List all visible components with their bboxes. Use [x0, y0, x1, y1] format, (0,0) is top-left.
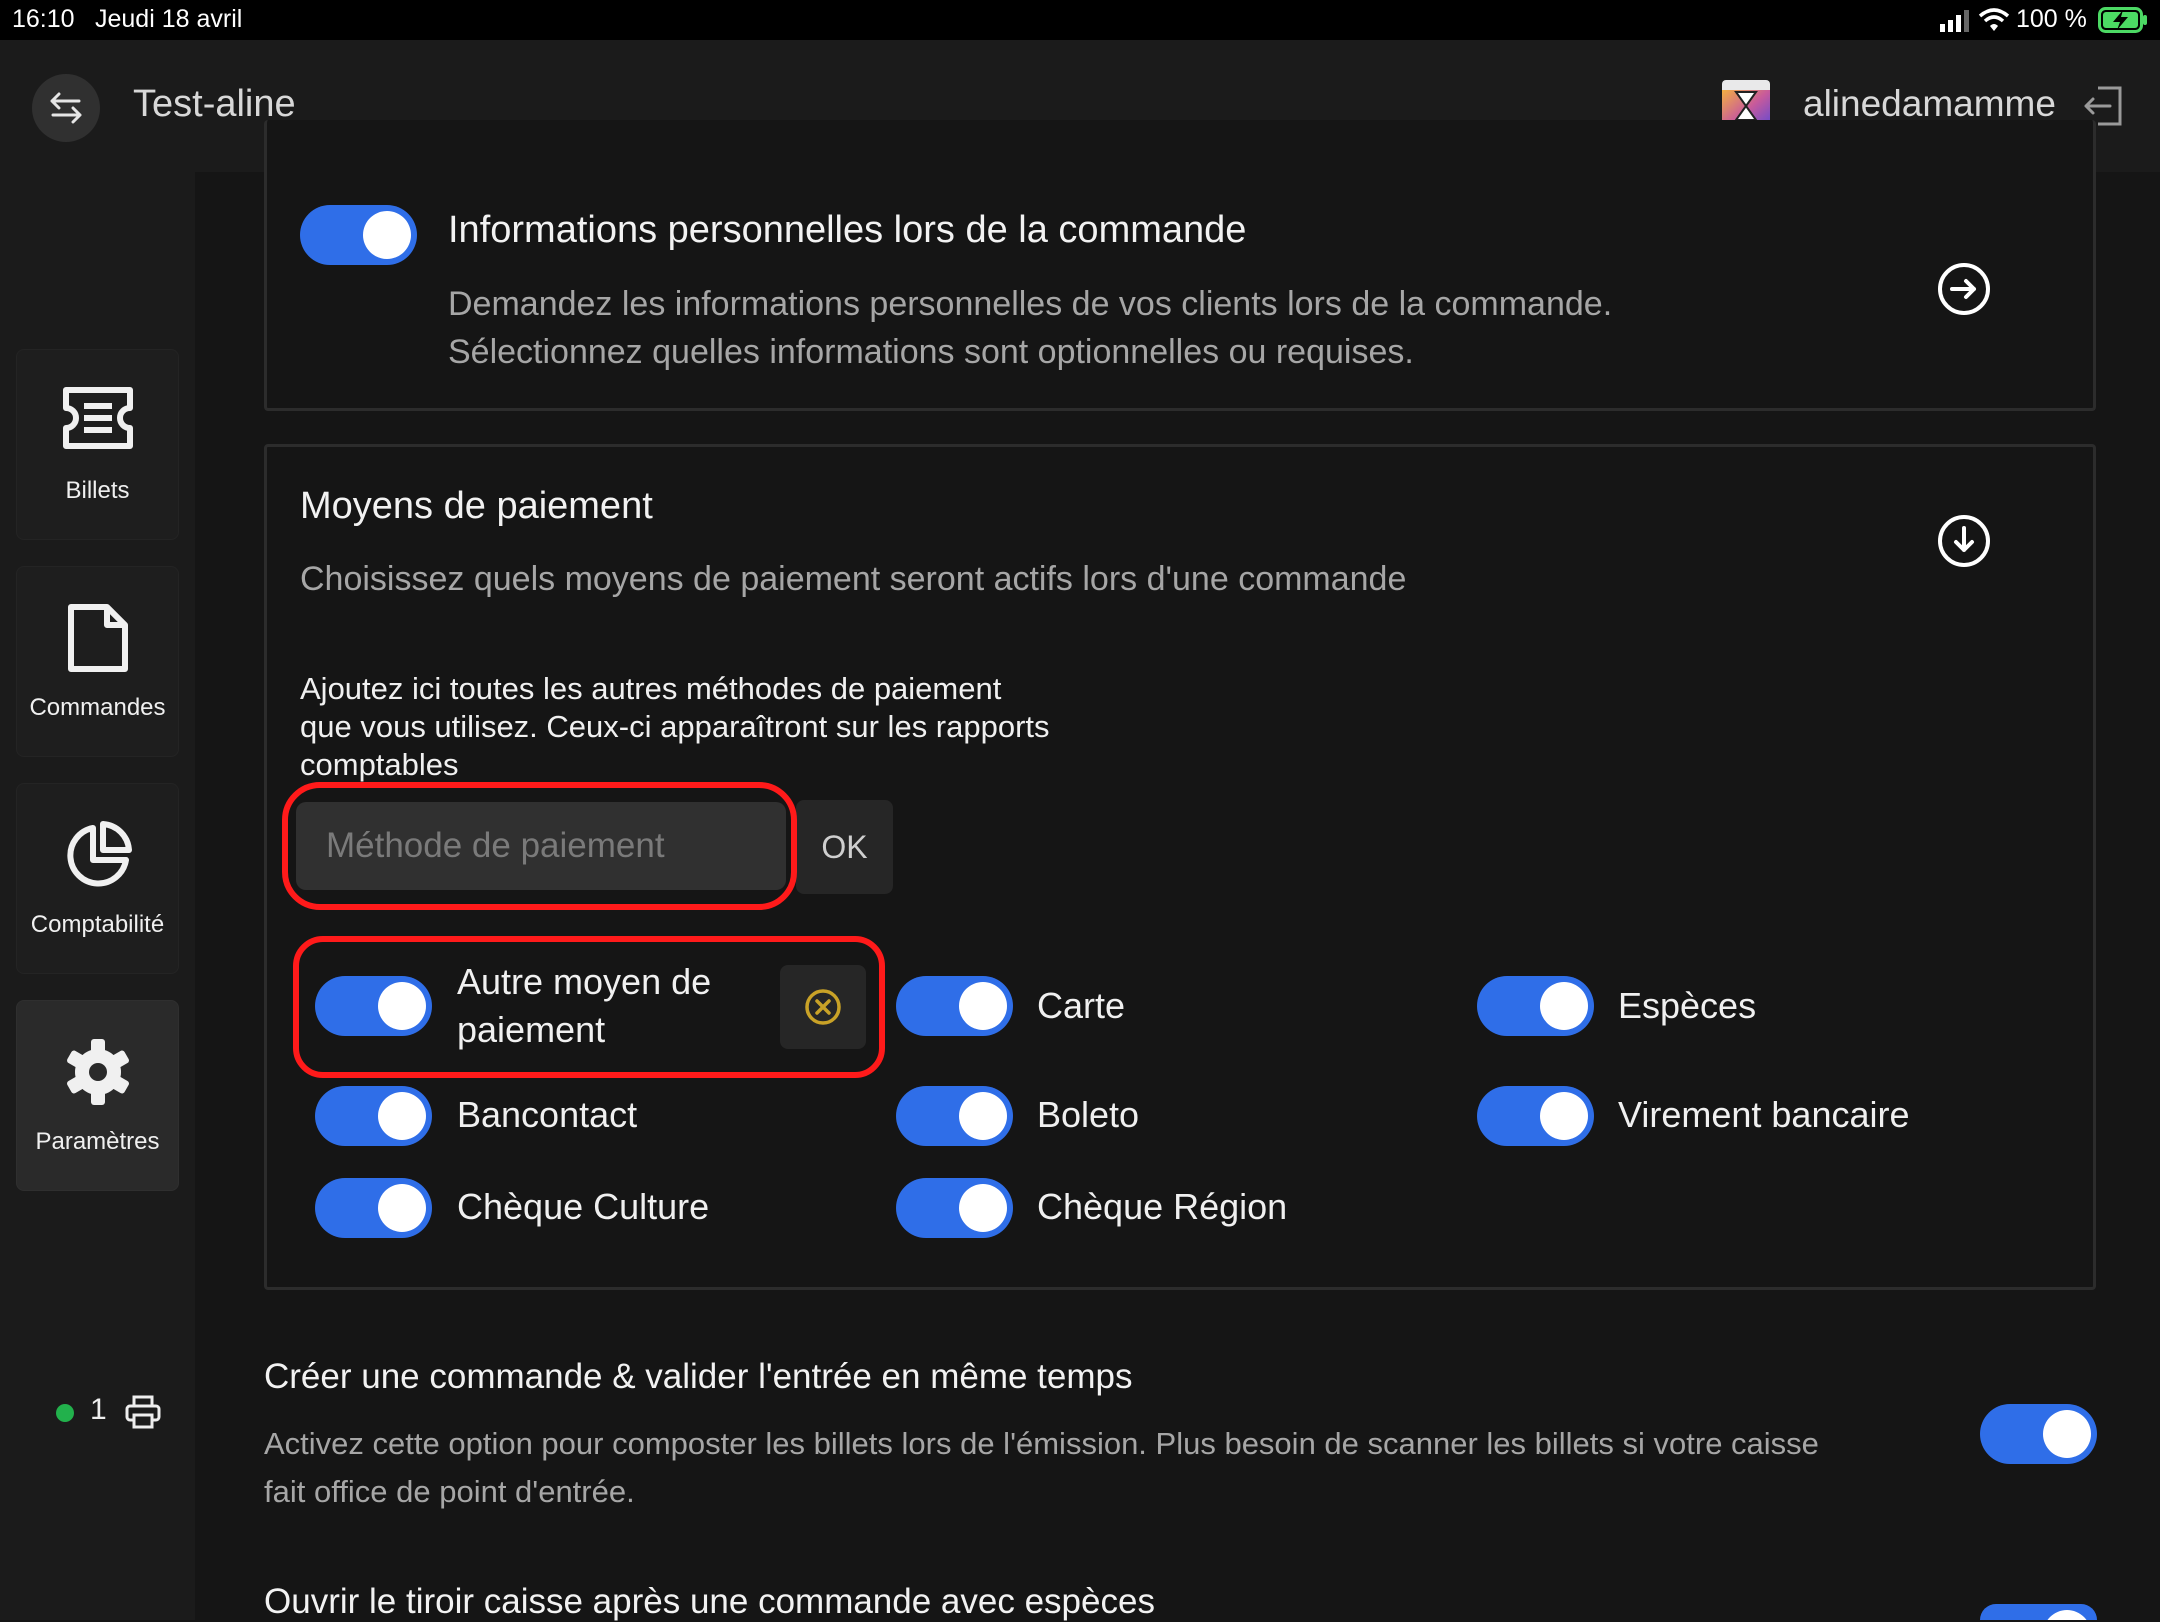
- highlight-annotation: [282, 782, 797, 910]
- cash-drawer-toggle[interactable]: [1980, 1604, 2097, 1620]
- payment-help-line: que vous utilisez. Ceux-ci apparaîtront …: [300, 709, 1050, 744]
- personal-info-toggle[interactable]: [300, 205, 417, 265]
- personal-info-open-button[interactable]: [1937, 262, 1991, 316]
- payment-method-toggle-virement[interactable]: [1477, 1086, 1594, 1146]
- arrow-right-circle-icon: [1938, 263, 1990, 315]
- wifi-icon: [1978, 8, 2010, 32]
- auto-validate-toggle[interactable]: [1980, 1404, 2097, 1464]
- payment-method-label-bancontact: Bancontact: [457, 1094, 638, 1135]
- battery-charging-icon: [2098, 7, 2148, 33]
- personal-info-title: Informations personnelles lors de la com…: [448, 209, 1247, 251]
- payment-method-label-especes: Espèces: [1618, 985, 1757, 1026]
- sidebar-item-label: Paramètres: [35, 1128, 160, 1155]
- auto-validate-desc-line: fait office de point d'entrée.: [264, 1474, 635, 1509]
- payment-method-label-cheque-region: Chèque Région: [1037, 1186, 1288, 1227]
- payment-method-toggle-carte[interactable]: [896, 976, 1013, 1036]
- auto-validate-desc-line: Activez cette option pour composter les …: [264, 1426, 1819, 1461]
- battery-percent: 100 %: [2016, 5, 2087, 33]
- printer-icon: [125, 1395, 161, 1429]
- switch-event-button[interactable]: [32, 74, 100, 142]
- gear-icon: [66, 1039, 129, 1105]
- payment-method-toggle-bancontact[interactable]: [315, 1086, 432, 1146]
- cellular-signal-icon: [1940, 10, 1970, 32]
- sidebar-item-label: Comptabilité: [30, 911, 165, 938]
- printer-button[interactable]: [125, 1394, 161, 1430]
- payment-method-label-carte: Carte: [1037, 985, 1126, 1026]
- personal-info-description: Demandez les informations personnelles d…: [448, 280, 1612, 376]
- sidebar-item-comptabilite[interactable]: Comptabilité: [16, 783, 179, 974]
- sidebar-item-label: Commandes: [29, 694, 166, 721]
- payment-method-toggle-cheque-region[interactable]: [896, 1178, 1013, 1238]
- sidebar-item-parametres[interactable]: Paramètres: [16, 1000, 179, 1191]
- username: alinedamamme: [1803, 83, 2056, 124]
- payment-method-toggle-cheque-culture[interactable]: [315, 1178, 432, 1238]
- cash-drawer-title: Ouvrir le tiroir caisse après une comman…: [264, 1582, 1155, 1621]
- payment-method-toggle-boleto[interactable]: [896, 1086, 1013, 1146]
- personal-info-desc-line: Sélectionnez quelles informations sont o…: [448, 333, 1414, 371]
- auto-validate-description: Activez cette option pour composter les …: [264, 1420, 1819, 1516]
- payment-method-label-boleto: Boleto: [1037, 1094, 1140, 1135]
- status-date: Jeudi 18 avril: [95, 5, 243, 33]
- payment-help-line: Ajoutez ici toutes les autres méthodes d…: [300, 671, 1002, 706]
- arrow-down-circle-icon: [1938, 515, 1990, 567]
- document-icon: [67, 604, 128, 672]
- payment-help-text: Ajoutez ici toutes les autres méthodes d…: [300, 670, 1050, 784]
- sidebar-item-label: Billets: [65, 477, 130, 504]
- auto-validate-title: Créer une commande & valider l'entrée en…: [264, 1357, 1133, 1396]
- payment-title: Moyens de paiement: [300, 485, 653, 527]
- payment-method-label-virement: Virement bancaire: [1618, 1094, 1910, 1135]
- status-bar: 16:10 Jeudi 18 avril 100 %: [0, 0, 2160, 40]
- payment-method-label-cheque-culture: Chèque Culture: [457, 1186, 710, 1227]
- payment-method-toggle-especes[interactable]: [1477, 976, 1594, 1036]
- payment-help-line: comptables: [300, 747, 459, 782]
- payment-collapse-button[interactable]: [1937, 514, 1991, 568]
- payment-description: Choisissez quels moyens de paiement sero…: [300, 560, 1407, 598]
- printer-status-dot: [56, 1404, 74, 1422]
- status-time: 16:10: [12, 5, 75, 33]
- ticket-icon: [62, 387, 133, 449]
- swap-arrows-icon: [50, 92, 82, 124]
- ok-button[interactable]: OK: [796, 800, 893, 894]
- pie-chart-icon: [66, 821, 132, 887]
- highlight-annotation: [293, 936, 885, 1078]
- sidebar-item-billets[interactable]: Billets: [16, 349, 179, 540]
- sidebar-item-commandes[interactable]: Commandes: [16, 566, 179, 757]
- personal-info-desc-line: Demandez les informations personnelles d…: [448, 285, 1613, 323]
- printer-count: 1: [90, 1393, 107, 1426]
